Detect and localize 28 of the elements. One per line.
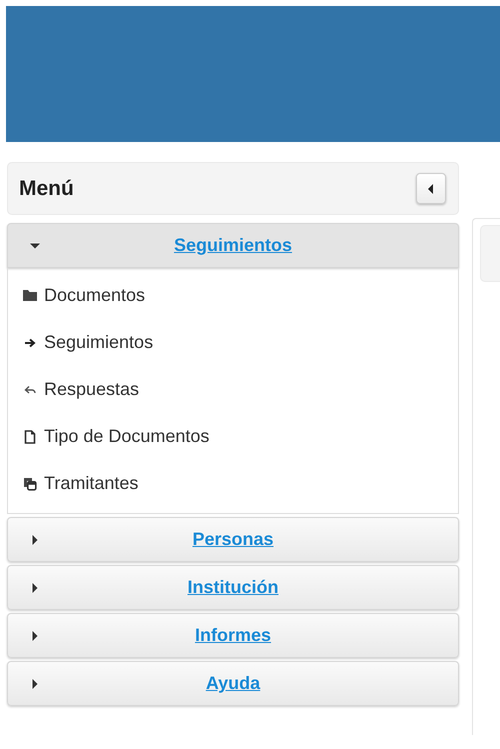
caret-right-icon bbox=[30, 678, 40, 688]
menu-item[interactable]: Respuestas bbox=[8, 366, 458, 413]
menu-item[interactable]: Documentos bbox=[8, 272, 458, 319]
accordion-header[interactable]: Ayuda bbox=[7, 661, 459, 706]
menu-item[interactable]: Tipo de Documentos bbox=[8, 413, 458, 460]
section-link[interactable]: Seguimientos bbox=[174, 235, 292, 255]
menu-item[interactable]: Seguimientos bbox=[8, 319, 458, 366]
section-link[interactable]: Informes bbox=[194, 625, 272, 645]
caret-right-icon bbox=[30, 630, 40, 640]
menu-item[interactable]: Tramitantes bbox=[8, 460, 458, 507]
section-link[interactable]: Institución bbox=[188, 577, 278, 597]
accordion-header[interactable]: Institución bbox=[7, 565, 459, 610]
caret-right-icon bbox=[30, 582, 40, 592]
reply-icon bbox=[24, 384, 36, 394]
section-link[interactable]: Ayuda bbox=[206, 673, 260, 693]
caret-left-icon bbox=[427, 184, 435, 194]
collapse-button[interactable] bbox=[416, 173, 446, 204]
section-link[interactable]: Personas bbox=[192, 529, 274, 549]
caret-down-icon bbox=[30, 240, 40, 250]
folder-icon bbox=[22, 289, 38, 302]
accordion-header[interactable]: Personas bbox=[7, 517, 459, 562]
menu-title: Menú bbox=[19, 176, 74, 200]
file-icon bbox=[24, 430, 36, 444]
copy-icon bbox=[23, 476, 37, 490]
accordion-header[interactable]: Informes bbox=[7, 613, 459, 658]
caret-right-icon bbox=[30, 534, 40, 544]
accordion-header[interactable]: Seguimientos bbox=[7, 223, 459, 268]
arrow-right-icon bbox=[24, 338, 36, 348]
